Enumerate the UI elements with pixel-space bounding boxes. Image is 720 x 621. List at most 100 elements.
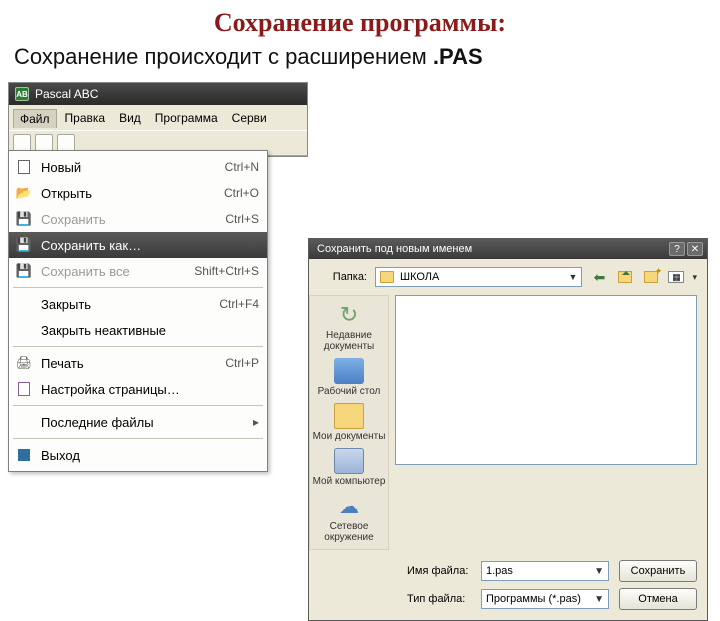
- menu-print[interactable]: 🖨 Печать Ctrl+P: [9, 350, 267, 376]
- dialog-close-icon[interactable]: ✕: [687, 242, 703, 256]
- filename-label: Имя файла:: [407, 565, 471, 577]
- menu-save-shortcut: Ctrl+S: [225, 212, 259, 226]
- open-folder-icon: 📂: [15, 185, 33, 201]
- desktop-icon: [334, 358, 364, 384]
- menu-exit-label: Выход: [41, 448, 259, 463]
- mycomputer-icon: [334, 448, 364, 474]
- place-mycomputer-label: Мой компьютер: [313, 476, 386, 487]
- menu-exit[interactable]: Выход: [9, 442, 267, 468]
- save-icon: 💾: [15, 211, 33, 227]
- folder-label: Папка:: [319, 271, 367, 283]
- recent-icon: [15, 414, 33, 430]
- place-recent-label: Недавние документы: [310, 330, 388, 352]
- dialog-help-icon[interactable]: ?: [669, 242, 685, 256]
- filetype-chevron-icon: ▼: [594, 594, 604, 605]
- menu-separator-3: [13, 405, 263, 406]
- menu-separator-4: [13, 438, 263, 439]
- subtitle-text: Сохранение происходит с расширением: [14, 44, 433, 69]
- menu-new-label: Новый: [41, 160, 217, 175]
- menu-print-shortcut: Ctrl+P: [225, 356, 259, 370]
- save-button[interactable]: Сохранить: [619, 560, 697, 582]
- slide-subtitle: Сохранение происходит с расширением .PAS: [0, 38, 720, 70]
- menu-saveas-label: Сохранить как…: [41, 238, 251, 253]
- chevron-right-icon: ▸: [253, 415, 259, 429]
- filename-chevron-icon: ▼: [594, 566, 604, 577]
- place-network[interactable]: ☁ Сетевое окружение: [310, 493, 388, 543]
- menu-page-setup-label: Настройка страницы…: [41, 382, 259, 397]
- menu-save-label: Сохранить: [41, 212, 217, 227]
- dialog-folder-row: Папка: ШКОЛА ▼ ⬅ ▦ ▾: [309, 259, 707, 291]
- pascal-title: Pascal ABC: [35, 87, 98, 101]
- menu-edit[interactable]: Правка: [59, 109, 112, 128]
- menu-new[interactable]: Новый Ctrl+N: [9, 154, 267, 180]
- dialog-titlebar[interactable]: Сохранить под новым именем ? ✕: [309, 239, 707, 259]
- place-recent[interactable]: ↻ Недавние документы: [310, 302, 388, 352]
- close-icon: [15, 296, 33, 312]
- menu-close-inactive[interactable]: Закрыть неактивные: [9, 317, 267, 343]
- menu-program[interactable]: Программа: [149, 109, 224, 128]
- filetype-combo[interactable]: Программы (*.pas) ▼: [481, 589, 609, 609]
- menu-close-inactive-label: Закрыть неактивные: [41, 323, 259, 338]
- menu-open[interactable]: 📂 Открыть Ctrl+O: [9, 180, 267, 206]
- page-setup-icon: [15, 381, 33, 397]
- menu-open-shortcut: Ctrl+O: [224, 186, 259, 200]
- filetype-value: Программы (*.pas): [486, 593, 581, 605]
- menu-print-label: Печать: [41, 356, 217, 371]
- menu-save-all[interactable]: 💾 Сохранить все Shift+Ctrl+S: [9, 258, 267, 284]
- pascal-app-icon: AB: [15, 87, 29, 101]
- nav-up-icon[interactable]: [616, 268, 634, 286]
- exit-icon: [15, 447, 33, 463]
- nav-views-icon[interactable]: ▦: [668, 271, 684, 283]
- folder-value: ШКОЛА: [400, 271, 439, 283]
- menu-close-label: Закрыть: [41, 297, 211, 312]
- close-inactive-icon: [15, 322, 33, 338]
- menu-saveall-label: Сохранить все: [41, 264, 186, 279]
- menu-close-shortcut: Ctrl+F4: [219, 297, 259, 311]
- menu-open-label: Открыть: [41, 186, 216, 201]
- cancel-button[interactable]: Отмена: [619, 588, 697, 610]
- subtitle-ext: .PAS: [433, 44, 483, 69]
- place-mydocs-label: Мои документы: [313, 431, 386, 442]
- nav-new-folder-icon[interactable]: [642, 268, 660, 286]
- place-mydocs[interactable]: Мои документы: [313, 403, 386, 442]
- menubar: Файл Правка Вид Программа Серви: [9, 105, 307, 130]
- nav-back-icon[interactable]: ⬅: [590, 268, 608, 286]
- menu-separator-2: [13, 346, 263, 347]
- menu-separator-1: [13, 287, 263, 288]
- place-desktop-label: Рабочий стол: [318, 386, 381, 397]
- place-mycomputer[interactable]: Мой компьютер: [313, 448, 386, 487]
- file-listing[interactable]: [395, 295, 697, 465]
- menu-recent-label: Последние файлы: [41, 415, 245, 430]
- pascal-window: AB Pascal ABC Файл Правка Вид Программа …: [8, 82, 308, 157]
- menu-save[interactable]: 💾 Сохранить Ctrl+S: [9, 206, 267, 232]
- filename-value: 1.pas: [486, 565, 513, 577]
- places-bar: ↻ Недавние документы Рабочий стол Мои до…: [309, 295, 389, 550]
- folder-combo[interactable]: ШКОЛА ▼: [375, 267, 582, 287]
- save-dialog: Сохранить под новым именем ? ✕ Папка: ШК…: [308, 238, 708, 621]
- menu-page-setup[interactable]: Настройка страницы…: [9, 376, 267, 402]
- menu-service[interactable]: Серви: [226, 109, 273, 128]
- filename-input[interactable]: 1.pas ▼: [481, 561, 609, 581]
- chevron-down-icon: ▼: [569, 272, 578, 282]
- filetype-label: Тип файла:: [407, 593, 471, 605]
- slide-title: Сохранение программы:: [0, 0, 720, 38]
- menu-view[interactable]: Вид: [113, 109, 147, 128]
- nav-views-chevron-icon[interactable]: ▾: [692, 272, 697, 283]
- place-desktop[interactable]: Рабочий стол: [318, 358, 381, 397]
- menu-close[interactable]: Закрыть Ctrl+F4: [9, 291, 267, 317]
- folder-icon: [380, 271, 394, 283]
- dialog-title: Сохранить под новым именем: [317, 243, 472, 255]
- menu-save-as[interactable]: 💾 Сохранить как…: [9, 232, 267, 258]
- pascal-titlebar[interactable]: AB Pascal ABC: [9, 83, 307, 105]
- new-file-icon: [15, 159, 33, 175]
- file-menu-dropdown: Новый Ctrl+N 📂 Открыть Ctrl+O 💾 Сохранит…: [8, 150, 268, 472]
- print-icon: 🖨: [15, 355, 33, 371]
- menu-new-shortcut: Ctrl+N: [225, 160, 259, 174]
- menu-saveall-shortcut: Shift+Ctrl+S: [194, 264, 259, 278]
- menu-recent[interactable]: Последние файлы ▸: [9, 409, 267, 435]
- menu-file[interactable]: Файл: [13, 109, 57, 128]
- recent-docs-icon: ↻: [334, 302, 364, 328]
- mydocs-icon: [334, 403, 364, 429]
- save-all-icon: 💾: [15, 263, 33, 279]
- network-icon: ☁: [334, 493, 364, 519]
